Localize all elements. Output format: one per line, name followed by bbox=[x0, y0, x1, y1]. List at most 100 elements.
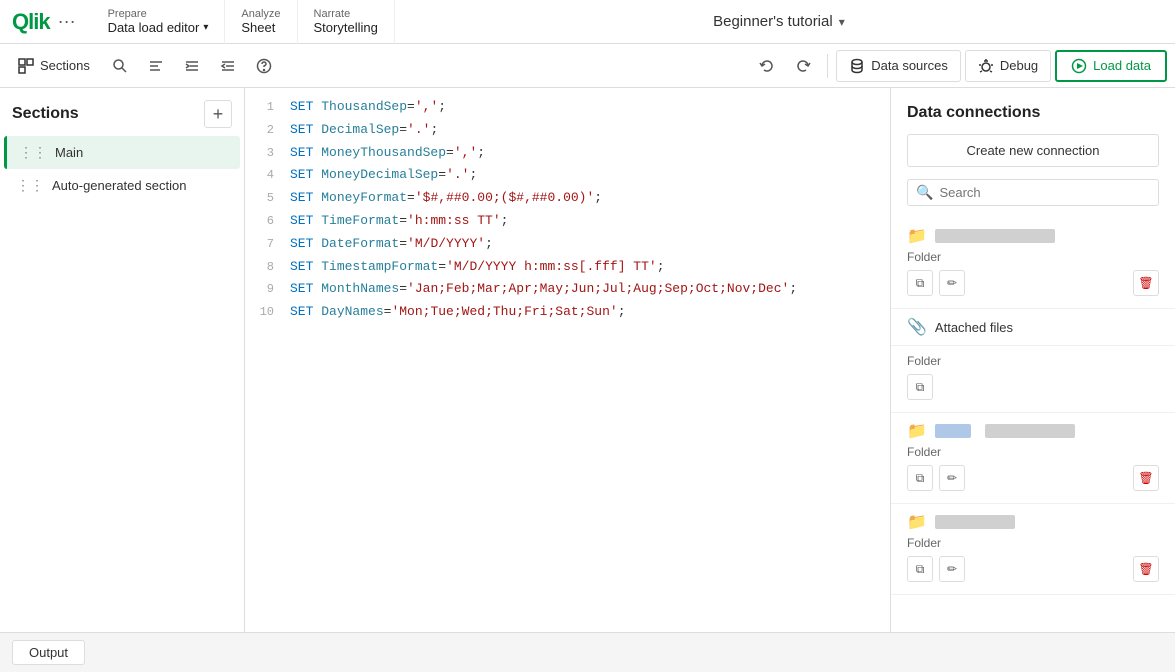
redo-button[interactable] bbox=[787, 50, 819, 82]
line-number: 2 bbox=[245, 121, 290, 140]
app-name[interactable]: Beginner's tutorial ▾ bbox=[713, 13, 845, 30]
help-icon bbox=[256, 58, 272, 74]
attached-folder-label: Folder bbox=[907, 354, 1159, 368]
load-data-play-icon bbox=[1071, 58, 1087, 74]
sidebar-title: Sections bbox=[12, 105, 79, 123]
format-icon bbox=[148, 58, 164, 74]
nav-narrate-label: Narrate bbox=[314, 8, 378, 20]
undo-button[interactable] bbox=[751, 50, 783, 82]
connection-label-2: Folder bbox=[907, 445, 1159, 459]
connection-delete-button-3[interactable]: 🗑 bbox=[1133, 556, 1159, 582]
format-button[interactable] bbox=[140, 50, 172, 82]
create-connection-button[interactable]: Create new connection bbox=[907, 134, 1159, 167]
code-editor[interactable]: 1SET ThousandSep=',';2SET DecimalSep='.'… bbox=[245, 88, 890, 632]
line-number: 7 bbox=[245, 235, 290, 254]
line-number: 4 bbox=[245, 166, 290, 185]
connection-actions-2: ⧉ ✏ 🗑 bbox=[907, 465, 1159, 499]
connection-copy-button-2[interactable]: ⧉ bbox=[907, 465, 933, 491]
connection-actions-1: ⧉ ✏ 🗑 bbox=[907, 270, 1159, 304]
connection-delete-button-2[interactable]: 🗑 bbox=[1133, 465, 1159, 491]
drag-handle-icon-2: ⋮⋮ bbox=[16, 177, 44, 194]
code-line: 7SET DateFormat='M/D/YYYY'; bbox=[245, 233, 890, 256]
code-area[interactable]: 1SET ThousandSep=',';2SET DecimalSep='.'… bbox=[245, 88, 890, 632]
attached-connection-actions: ⧉ bbox=[907, 374, 1159, 408]
connection-actions-3: ⧉ ✏ 🗑 bbox=[907, 556, 1159, 590]
connection-copy-button-1[interactable]: ⧉ bbox=[907, 270, 933, 296]
connection-edit-button-3[interactable]: ✏ bbox=[939, 556, 965, 582]
code-line: 2SET DecimalSep='.'; bbox=[245, 119, 890, 142]
nav-prepare[interactable]: Prepare Data load editor ▾ bbox=[92, 0, 226, 44]
indent-button[interactable] bbox=[176, 50, 208, 82]
qlik-logo[interactable]: Qlik bbox=[12, 9, 50, 35]
nav-narrate[interactable]: Narrate Storytelling bbox=[298, 0, 395, 44]
search-input[interactable] bbox=[939, 185, 1150, 200]
code-line: 4SET MoneyDecimalSep='.'; bbox=[245, 164, 890, 187]
app-name-text: Beginner's tutorial bbox=[713, 13, 833, 30]
toolbar-divider-1 bbox=[827, 54, 828, 78]
connection-edit-button-1[interactable]: ✏ bbox=[939, 270, 965, 296]
connection-item-3: 📁 Folder ⧉ ✏ 🗑 bbox=[891, 504, 1175, 595]
line-number: 1 bbox=[245, 98, 290, 117]
nav-analyze[interactable]: Analyze Sheet bbox=[225, 0, 297, 44]
attached-copy-button[interactable]: ⧉ bbox=[907, 374, 933, 400]
attached-files-section: 📎 Attached files bbox=[891, 309, 1175, 346]
sidebar-item-main-label: Main bbox=[55, 145, 202, 160]
add-section-button[interactable]: + bbox=[204, 100, 232, 128]
data-connections-title: Data connections bbox=[891, 88, 1175, 134]
line-number: 10 bbox=[245, 303, 290, 322]
debug-icon bbox=[978, 58, 994, 74]
search-toolbar-button[interactable] bbox=[104, 50, 136, 82]
connection-name-bar-2a bbox=[935, 424, 971, 438]
line-number: 9 bbox=[245, 280, 290, 299]
line-number: 8 bbox=[245, 258, 290, 277]
load-data-button[interactable]: Load data bbox=[1055, 50, 1167, 82]
sidebar: Sections + ⋮⋮ Main 🗑 ⋮⋮ Auto-generated s… bbox=[0, 88, 245, 632]
sidebar-item-main[interactable]: ⋮⋮ Main 🗑 bbox=[4, 136, 240, 169]
drag-handle-icon: ⋮⋮ bbox=[19, 144, 47, 161]
undo-icon bbox=[759, 58, 775, 74]
folder-icon-3: 📁 bbox=[907, 512, 927, 532]
nav-menu-icon[interactable]: ··· bbox=[58, 11, 76, 32]
connection-item-2: 📁 Folder ⧉ ✏ 🗑 bbox=[891, 413, 1175, 504]
outdent-button[interactable] bbox=[212, 50, 244, 82]
connection-label-3: Folder bbox=[907, 536, 1159, 550]
data-sources-button[interactable]: Data sources bbox=[836, 50, 961, 82]
code-line: 9SET MonthNames='Jan;Feb;Mar;Apr;May;Jun… bbox=[245, 278, 890, 301]
connection-copy-button-3[interactable]: ⧉ bbox=[907, 556, 933, 582]
line-number: 5 bbox=[245, 189, 290, 208]
search-icon: 🔍 bbox=[916, 184, 933, 201]
prepare-arrow-icon: ▾ bbox=[203, 22, 208, 33]
connection-label-1: Folder bbox=[907, 250, 1159, 264]
sections-icon bbox=[18, 58, 34, 74]
nav-analyze-title: Sheet bbox=[241, 20, 280, 35]
line-code: SET MonthNames='Jan;Feb;Mar;Apr;May;Jun;… bbox=[290, 279, 890, 300]
app-name-arrow-icon: ▾ bbox=[839, 15, 845, 29]
bottom-bar: Output bbox=[0, 632, 1175, 672]
paperclip-icon: 📎 bbox=[907, 317, 927, 337]
code-line: 10SET DayNames='Mon;Tue;Wed;Thu;Fri;Sat;… bbox=[245, 301, 890, 324]
code-line: 1SET ThousandSep=','; bbox=[245, 96, 890, 119]
search-icon bbox=[112, 58, 128, 74]
line-code: SET ThousandSep=','; bbox=[290, 97, 890, 118]
sidebar-item-autogenerated[interactable]: ⋮⋮ Auto-generated section bbox=[4, 169, 240, 202]
qlik-logo-text: Qlik bbox=[12, 9, 50, 35]
right-panel: Data connections Create new connection 🔍… bbox=[890, 88, 1175, 632]
redo-icon bbox=[795, 58, 811, 74]
line-code: SET DecimalSep='.'; bbox=[290, 120, 890, 141]
line-code: SET MoneyFormat='$#,##0.00;($#,##0.00)'; bbox=[290, 188, 890, 209]
data-sources-label: Data sources bbox=[871, 58, 948, 73]
help-button[interactable] bbox=[248, 50, 280, 82]
debug-button[interactable]: Debug bbox=[965, 50, 1051, 82]
connection-delete-button-1[interactable]: 🗑 bbox=[1133, 270, 1159, 296]
connection-item-attached: Folder ⧉ bbox=[891, 346, 1175, 413]
nav-prepare-label: Prepare bbox=[108, 8, 209, 20]
connection-name-bar-3 bbox=[935, 515, 1015, 529]
nav-narrate-title: Storytelling bbox=[314, 20, 378, 35]
connection-edit-button-2[interactable]: ✏ bbox=[939, 465, 965, 491]
connection-name-bar-1 bbox=[935, 229, 1055, 243]
load-data-label: Load data bbox=[1093, 58, 1151, 73]
sections-button[interactable]: Sections bbox=[8, 50, 100, 82]
line-code: SET DayNames='Mon;Tue;Wed;Thu;Fri;Sat;Su… bbox=[290, 302, 890, 323]
search-box: 🔍 bbox=[907, 179, 1159, 206]
output-button[interactable]: Output bbox=[12, 640, 85, 665]
